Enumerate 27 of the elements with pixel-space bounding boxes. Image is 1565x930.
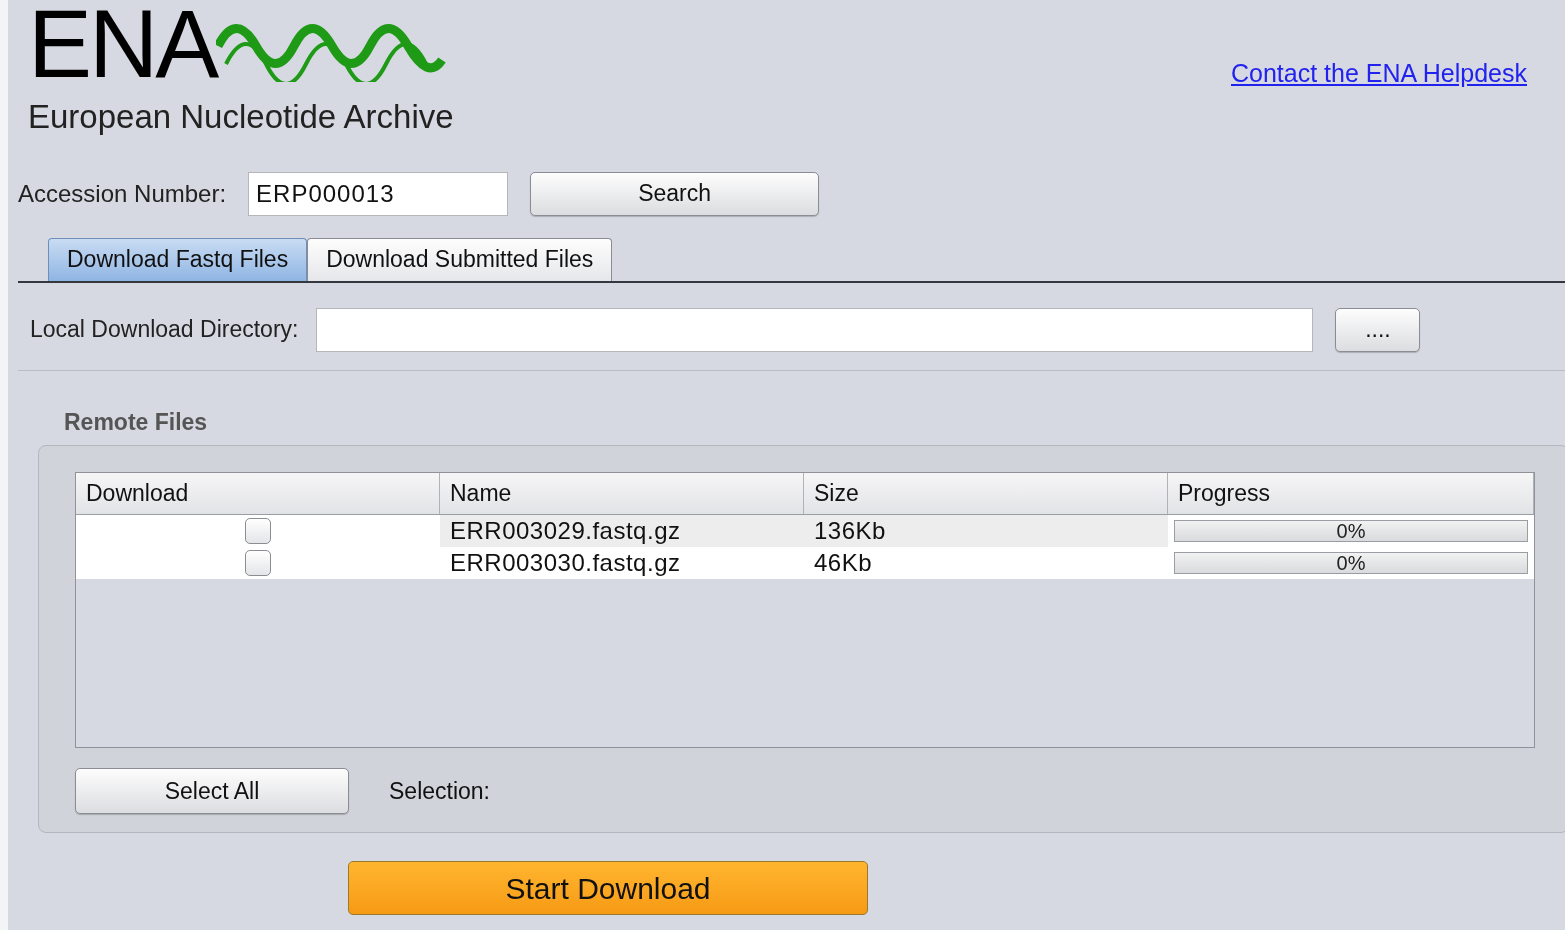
helpdesk-link[interactable]: Contact the ENA Helpdesk <box>1231 55 1527 93</box>
selection-label: Selection: <box>389 776 490 806</box>
tab[interactable]: Download Submitted Files <box>307 237 613 281</box>
search-button[interactable]: Search <box>530 171 820 216</box>
column-header[interactable]: Download <box>76 473 440 514</box>
directory-label: Local Download Directory: <box>30 315 299 345</box>
accession-label: Accession Number: <box>18 178 227 209</box>
column-header[interactable]: Name <box>440 473 804 514</box>
column-header[interactable]: Progress <box>1168 473 1534 514</box>
progress-reading: 0% <box>1335 521 1367 541</box>
section-title: Remote Files <box>64 407 209 437</box>
table-cell-text: 46Kb <box>813 548 874 578</box>
progress-reading: 0% <box>1335 553 1367 573</box>
table-cell-text: ERR003029.fastq.gz <box>449 516 682 546</box>
checkbox[interactable] <box>245 550 271 576</box>
table-cell-text: 136Kb <box>813 516 887 546</box>
directory-field[interactable] <box>316 307 1314 352</box>
accession-field[interactable]: ERP000013 <box>248 171 509 216</box>
logo-subtitle: European Nucleotide Archive <box>28 97 454 137</box>
checkbox[interactable] <box>245 518 271 544</box>
column-header[interactable]: Size <box>804 473 1168 514</box>
tab[interactable]: Download Fastq Files <box>48 237 308 281</box>
table-cell-text: ERR003030.fastq.gz <box>449 548 682 578</box>
start-download-button[interactable]: Start Download <box>348 861 868 915</box>
select-all-button[interactable]: Select All <box>75 768 349 814</box>
browse-button[interactable]: .... <box>1335 307 1421 352</box>
logo-acronym: ENA <box>28 0 217 88</box>
